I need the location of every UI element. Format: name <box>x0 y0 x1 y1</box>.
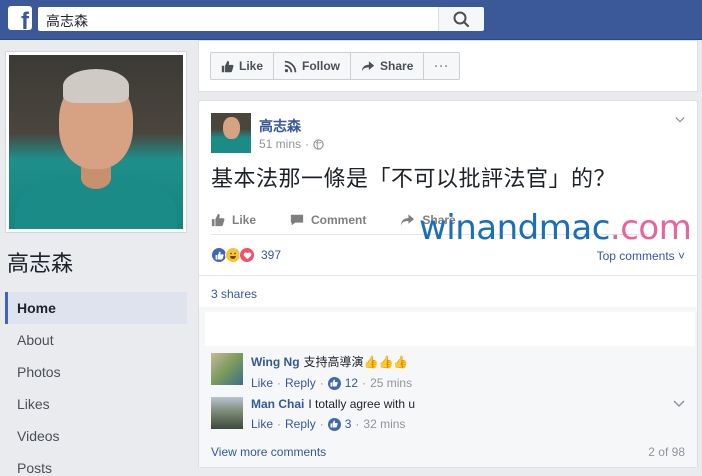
comment-actions: Like · Reply · 12 · 25 mins <box>251 376 671 390</box>
shares-link[interactable]: 3 shares <box>211 287 257 301</box>
comment-reply-link[interactable]: Reply <box>285 376 316 390</box>
comment-bubble-icon <box>290 214 304 226</box>
meta-separator: · <box>305 137 310 151</box>
post-timestamp[interactable]: 51 mins <box>259 137 301 151</box>
divider <box>199 275 697 276</box>
post-text: 基本法那一條是「不可以批評法官」的？ <box>211 167 617 192</box>
follow-label: Follow <box>302 59 341 73</box>
top-comments-dropdown[interactable]: Top comments ˅ <box>597 249 685 263</box>
post-options-chevron-icon[interactable] <box>675 115 685 125</box>
separator: · <box>355 417 360 431</box>
reaction-count[interactable]: 397 <box>261 248 281 262</box>
view-more-comments-link[interactable]: View more comments <box>211 445 326 459</box>
nav-item-about[interactable]: About <box>5 324 187 356</box>
page-title[interactable]: 高志森 <box>7 246 73 278</box>
share-page-label: Share <box>380 59 414 73</box>
post-meta: 51 mins · <box>259 137 324 151</box>
reactions-summary[interactable]: 397 <box>211 247 281 263</box>
post-comment-button[interactable]: Comment <box>290 205 366 235</box>
page-action-group: Like Follow Share ··· <box>210 52 461 80</box>
page-action-bar: Like Follow Share ··· <box>198 40 698 92</box>
post-author-name[interactable]: 高志森 <box>259 116 301 136</box>
comment-input[interactable] <box>205 312 695 346</box>
post-like-button[interactable]: Like <box>211 205 256 235</box>
post-author-avatar[interactable] <box>211 113 251 153</box>
comment-reply-link[interactable]: Reply <box>285 417 316 431</box>
nav-item-photos[interactable]: Photos <box>5 356 187 388</box>
love-reaction-icon <box>239 247 255 263</box>
profile-picture[interactable] <box>5 51 187 233</box>
comment-text: 支持高導演👍👍👍 <box>303 355 409 369</box>
share-arrow-icon <box>361 60 375 72</box>
thumbs-up-icon <box>221 60 234 72</box>
profile-photo <box>9 55 183 229</box>
nav-item-posts[interactable]: Posts <box>5 452 187 476</box>
commenter-name[interactable]: Man Chai <box>251 397 304 411</box>
separator: · <box>319 376 324 390</box>
watermark: winandmac.com <box>419 208 692 248</box>
comments-section: Wing Ng 支持高導演👍👍👍 Like · Reply · 12 · 25 m… <box>199 307 697 467</box>
comment-like-count[interactable]: 12 <box>345 376 358 390</box>
nav-item-videos[interactable]: Videos <box>5 420 187 452</box>
search-icon <box>453 11 470 28</box>
watermark-tld: .com <box>609 208 692 248</box>
thumbs-up-icon <box>211 213 225 227</box>
comment-pager: 2 of 98 <box>648 445 685 459</box>
top-bar: f 高志森 <box>0 0 702 40</box>
comment-like-link[interactable]: Like <box>251 376 273 390</box>
search-input[interactable]: 高志森 <box>38 7 438 31</box>
nav-item-home[interactable]: Home <box>5 292 187 324</box>
commenter-avatar[interactable] <box>211 353 243 385</box>
separator: · <box>362 376 367 390</box>
like-page-label: Like <box>239 59 264 73</box>
comment-like-link[interactable]: Like <box>251 417 273 431</box>
separator: · <box>277 376 282 390</box>
comment-like-badge-icon <box>327 376 341 390</box>
commenter-avatar[interactable] <box>211 397 243 429</box>
search-button[interactable] <box>438 7 484 31</box>
facebook-logo-icon[interactable]: f <box>8 6 32 30</box>
comment-like-count[interactable]: 3 <box>345 417 352 431</box>
comment-text: I totally agree with u <box>308 397 416 411</box>
post-comment-label: Comment <box>311 213 367 227</box>
post-like-label: Like <box>232 213 257 227</box>
like-page-button[interactable]: Like <box>211 53 275 79</box>
more-dots-icon: ··· <box>434 59 450 73</box>
share-arrow-icon <box>401 214 415 226</box>
comment-like-badge-icon <box>327 417 341 431</box>
comment-timestamp[interactable]: 32 mins <box>363 417 405 431</box>
nav-item-likes[interactable]: Likes <box>5 388 187 420</box>
globe-icon <box>313 138 324 150</box>
watermark-domain: winandmac <box>419 208 610 248</box>
post-card: 高志森 51 mins · 基本法那一條是「不可以批評法官」的？ Like Co… <box>198 100 698 468</box>
comment-timestamp[interactable]: 25 mins <box>370 376 412 390</box>
follow-button[interactable]: Follow <box>274 53 352 79</box>
more-options-button[interactable]: ··· <box>424 53 459 79</box>
comment-options-chevron-icon[interactable] <box>673 398 685 410</box>
rss-icon <box>284 60 297 72</box>
comment-actions: Like · Reply · 3 · 32 mins <box>251 417 671 431</box>
left-nav: Home About Photos Likes Videos Posts <box>5 292 187 476</box>
separator: · <box>319 417 324 431</box>
share-page-button[interactable]: Share <box>351 53 425 79</box>
commenter-name[interactable]: Wing Ng <box>251 355 300 369</box>
separator: · <box>277 417 282 431</box>
